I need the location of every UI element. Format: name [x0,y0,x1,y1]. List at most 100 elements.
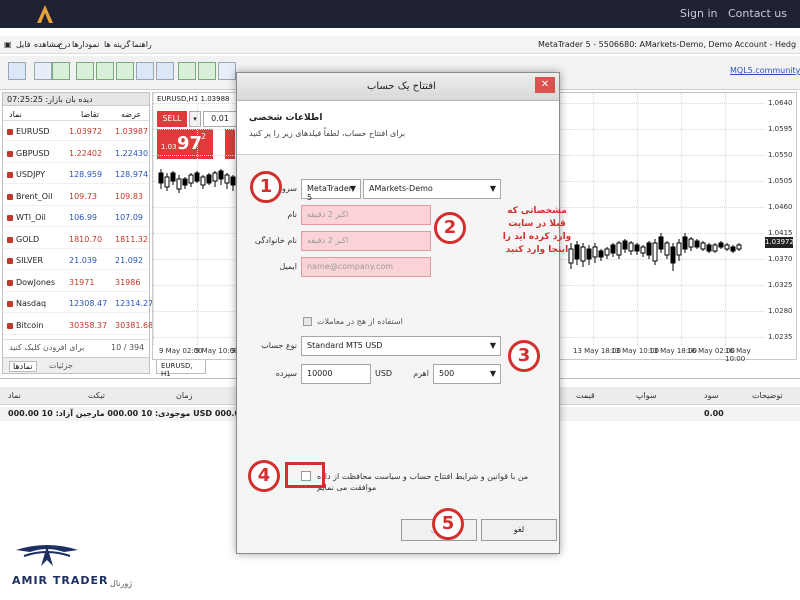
symbol-status-icon [7,129,13,135]
y-tick-label: 1.0235 [768,333,793,341]
column-bid[interactable]: تقاضا [81,110,99,119]
symbol-status-icon [7,301,13,307]
y-tick-label: 1.0460 [768,203,793,211]
column-symbol-bottom[interactable]: نماد [8,391,21,400]
market-watch-row[interactable]: DowJones 31971 31986 [3,272,149,292]
market-watch-row[interactable]: Bitcoin 30358.37 30381.68 [3,315,153,335]
row-ask: 21.092 [115,256,143,265]
line-chart-icon[interactable] [116,62,134,80]
row-ask: 12314.27 [115,299,154,308]
cursor-icon[interactable] [218,62,236,80]
row-symbol: GOLD [16,234,40,244]
watermark-text: AMIR TRADER [12,574,109,587]
zoom-in-icon[interactable] [136,62,154,80]
account-type-select[interactable]: Standard MT5 USD ▼ [301,336,501,356]
cancel-button[interactable]: لغو [481,519,557,541]
symbol-status-icon [7,193,13,200]
column-price[interactable]: قیمت [576,391,595,400]
agree-text: من با قوانین و شرایط افتتاح حساب و سیاست… [317,472,529,492]
market-watch-row[interactable]: WTI_Oil 106.99 107.09 [3,207,149,227]
window-menu-icon[interactable]: ▣ [4,40,12,49]
market-watch-icon[interactable] [52,62,70,80]
total-profit: 0.00 [704,409,724,418]
symbol-status-icon [7,236,13,243]
step-marker-4: 4 [248,460,280,492]
row-ask: 1.03987 [115,127,149,136]
family-name-input[interactable]: اکبر 2 دقیقه [301,231,431,251]
market-watch-row[interactable]: EURUSD 1.03972 1.03987 [3,121,149,141]
column-symbol[interactable]: نماد [9,110,22,119]
row-bid: 12308.47 [69,299,108,308]
server-value: AMarkets-Demo [369,184,433,193]
server-select[interactable]: AMarkets-Demo ▼ [363,179,501,199]
contact-us-link[interactable]: Contact us [728,7,787,20]
row-bid: 30358.37 [69,320,108,330]
column-ask[interactable]: عرضه [121,110,141,119]
platform-select[interactable]: MetaTrader 5 ▼ [301,179,361,202]
column-comment[interactable]: توضیحات [752,391,783,400]
row-symbol: Bitcoin [16,320,44,330]
hedge-checkbox[interactable] [303,317,312,326]
current-price-label: 1.03972 [765,237,794,248]
market-watch-row[interactable]: USDJPY 128.959 128.974 [3,164,149,184]
window-title: MetaTrader 5 - 5506680: AMarkets-Demo, D… [538,40,796,49]
tab-symbols[interactable]: نمادها [9,361,37,372]
column-ticket[interactable]: تیکت [88,391,105,400]
brand-logo-icon [37,5,53,23]
column-time[interactable]: زمان [176,391,192,400]
column-profit[interactable]: سود [704,391,718,400]
row-symbol: Nasdaq [16,299,47,308]
market-watch-title: دیده بان بازار: 07:25:25 [7,95,93,104]
new-chart-icon[interactable] [8,62,26,80]
account-type-label: نوع حساب [261,341,297,350]
market-watch-row[interactable]: Nasdaq 12308.47 12314.27 [3,293,153,313]
bar-chart-icon[interactable] [76,62,94,80]
market-watch-row[interactable]: Brent_Oil 109.73 109.83 [3,186,149,206]
symbol-count: 10 / 394 [111,343,145,352]
close-icon[interactable]: ✕ [535,77,555,93]
symbol-status-icon [7,150,13,157]
chart-tab[interactable]: EURUSD, H1 [156,360,206,378]
market-watch-row[interactable]: GOLD 1810.70 1811.32 [3,229,149,249]
market-watch-row[interactable]: SILVER 21.039 21.092 [3,250,149,270]
tab-journal[interactable]: ژورنال [110,579,132,588]
email-label: ایمیل [279,262,297,271]
row-ask: 30381.68 [115,320,154,330]
y-tick-label: 1.0640 [768,99,793,107]
y-tick-label: 1.0280 [768,307,793,315]
chevron-down-icon: ▼ [489,369,496,378]
site-header: Sign in Contact us [0,0,800,28]
menu-item-options[interactable]: گزینه ها [104,40,130,49]
menu-item-file[interactable]: فایل [16,40,31,49]
row-bid: 1.03972 [69,127,103,136]
row-ask: 109.83 [115,191,143,201]
menu-item-help[interactable]: راهنما [132,40,152,49]
market-watch-row[interactable]: GBPUSD 1.22402 1.22430 [3,143,149,163]
symbol-status-icon [7,172,13,178]
sign-in-link[interactable]: Sign in [680,7,718,20]
email-input[interactable]: name@company.com [301,257,431,277]
market-watch-panel: دیده بان بازار: 07:25:25 نماد تقاضا عرضه… [2,92,153,374]
column-swap[interactable]: سواپ [636,391,657,400]
menu-item-charts[interactable]: نمودارها [72,40,99,49]
row-ask: 1811.32 [115,234,149,244]
profiles-icon[interactable] [34,62,52,80]
row-symbol: USDJPY [16,170,45,179]
chevron-down-icon: ▼ [489,341,496,350]
candlestick-chart-icon[interactable] [96,62,114,80]
menu-item-view[interactable]: مشاهده [34,40,60,49]
row-symbol: SILVER [16,256,44,265]
amir-trader-logo-icon [16,545,78,566]
name-input[interactable]: اکبر 2 دقیقه [301,205,431,225]
menu-item-insert[interactable]: درج [58,40,71,49]
add-symbol-hint[interactable]: برای افزودن کلیک کنید [9,343,84,352]
tab-details[interactable]: جزئیات [49,361,73,370]
auto-scroll-icon[interactable] [198,62,216,80]
leverage-select[interactable]: 500 ▼ [433,364,501,384]
deposit-currency: USD [375,369,393,378]
deposit-input[interactable]: 10000 [301,364,371,384]
leverage-value: 500 [439,369,455,378]
zoom-out-icon[interactable] [156,62,174,80]
mql5-community-link[interactable]: MQL5.community [730,66,800,75]
tile-windows-icon[interactable] [178,62,196,80]
